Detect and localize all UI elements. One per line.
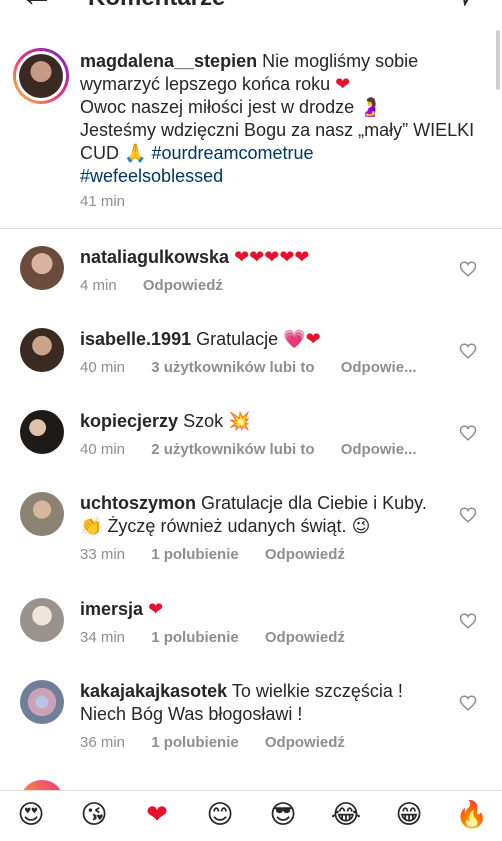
reply-button[interactable]: Odpowiedź <box>265 546 345 563</box>
likes-count[interactable]: 3 użytkowników lubi to <box>151 359 314 376</box>
comment-username[interactable]: nataliagulkowska <box>80 247 229 267</box>
hearts-emoji-icon: 💗❤ <box>283 329 321 350</box>
comment-username[interactable]: kopiecjerzy <box>80 411 178 431</box>
caption-text: magdalena__stepien Nie mogliśmy sobie wy… <box>80 50 490 188</box>
comment-time: 40 min <box>80 441 126 458</box>
avatar[interactable] <box>20 246 64 290</box>
praying-hands-emoji-icon: 🙏 <box>124 143 147 164</box>
page-title: Komentarze <box>88 0 225 12</box>
caption-line2: Owoc naszej miłości jest w drodze <box>80 97 355 117</box>
comment-time: 4 min <box>80 277 117 294</box>
likes-count[interactable]: 1 polubienie <box>151 734 239 751</box>
comment-text: Niech Bóg Was błogosławi ! <box>80 704 303 724</box>
clapping-hands-emoji-icon: 👏 <box>80 516 103 537</box>
comment-username[interactable]: isabelle.1991 <box>80 329 191 349</box>
header: ← Komentarze <box>0 0 502 16</box>
collision-emoji-icon: 💥 <box>228 411 251 432</box>
likes-count[interactable]: 1 polubienie <box>151 546 239 563</box>
comment-time: 34 min <box>80 629 126 646</box>
avatar[interactable] <box>20 598 64 642</box>
caption: magdalena__stepien Nie mogliśmy sobie wy… <box>0 38 502 229</box>
red-heart-emoji-icon[interactable]: ❤ <box>140 798 174 832</box>
pregnant-woman-emoji-icon: 🤰 <box>359 97 382 118</box>
caption-username[interactable]: magdalena__stepien <box>80 51 257 71</box>
avatar[interactable] <box>20 328 64 372</box>
likes-count[interactable]: 2 użytkowników lubi to <box>151 441 314 458</box>
avatar[interactable] <box>20 492 64 536</box>
smiling-face-emoji-icon[interactable]: 😊 <box>203 798 237 832</box>
tears-of-joy-emoji-icon[interactable]: 😂 <box>329 798 363 832</box>
heart-outline-icon[interactable] <box>459 424 477 442</box>
caption-time: 41 min <box>80 193 126 210</box>
reply-button[interactable]: Odpowie... <box>341 359 417 376</box>
heart-eyes-emoji-icon[interactable]: 😍 <box>14 798 48 832</box>
reply-button[interactable]: Odpowiedź <box>265 734 345 751</box>
emoji-bar: 😍 😘 ❤ 😊 😎 😂 😁 🔥 <box>0 790 502 841</box>
reply-button[interactable]: Odpowiedź <box>143 277 223 294</box>
reply-button[interactable]: Odpowiedź <box>265 629 345 646</box>
likes-count[interactable]: 1 polubienie <box>151 629 239 646</box>
comment-username[interactable]: kakajakajkasotek <box>80 681 227 701</box>
comment-username[interactable]: uchtoszymon <box>80 493 196 513</box>
comment-time: 33 min <box>80 546 126 563</box>
hashtag-link[interactable]: #wefeelsoblessed <box>80 166 223 186</box>
heart-outline-icon[interactable] <box>459 506 477 524</box>
comment-username[interactable]: imersja <box>80 599 143 619</box>
comment-text: Gratulacje <box>196 329 279 349</box>
kiss-emoji-icon[interactable]: 😘 <box>77 798 111 832</box>
heart-outline-icon[interactable] <box>459 612 477 630</box>
hearts-emoji-icon: ❤❤❤❤❤ <box>234 247 310 268</box>
avatar[interactable] <box>20 680 64 724</box>
comment-text: Gratulacje dla Ciebie i Kuby. <box>201 493 427 513</box>
heart-outline-icon[interactable] <box>459 694 477 712</box>
reply-button[interactable]: Odpowie... <box>341 441 417 458</box>
comment-time: 40 min <box>80 359 126 376</box>
avatar[interactable] <box>13 48 69 104</box>
fire-emoji-icon[interactable]: 🔥 <box>455 798 489 832</box>
heart-emoji-icon: ❤ <box>148 599 164 620</box>
winking-face-emoji-icon: 😉 <box>351 516 371 537</box>
heart-outline-icon[interactable] <box>459 342 477 360</box>
grinning-emoji-icon[interactable]: 😁 <box>392 798 426 832</box>
avatar[interactable] <box>20 410 64 454</box>
comment-time: 36 min <box>80 734 126 751</box>
comment-text: To wielkie szczęścia ! <box>231 681 403 701</box>
heart-emoji-icon: ❤ <box>335 74 351 95</box>
paper-plane-icon[interactable] <box>452 0 478 6</box>
hashtag-link[interactable]: #ourdreamcometrue <box>151 143 313 163</box>
comment-text: Życzę również udanych świąt. <box>107 516 347 536</box>
arrow-left-icon[interactable]: ← <box>20 0 54 12</box>
heart-outline-icon[interactable] <box>459 260 477 278</box>
comment-text: Szok <box>183 411 224 431</box>
sunglasses-emoji-icon[interactable]: 😎 <box>266 798 300 832</box>
